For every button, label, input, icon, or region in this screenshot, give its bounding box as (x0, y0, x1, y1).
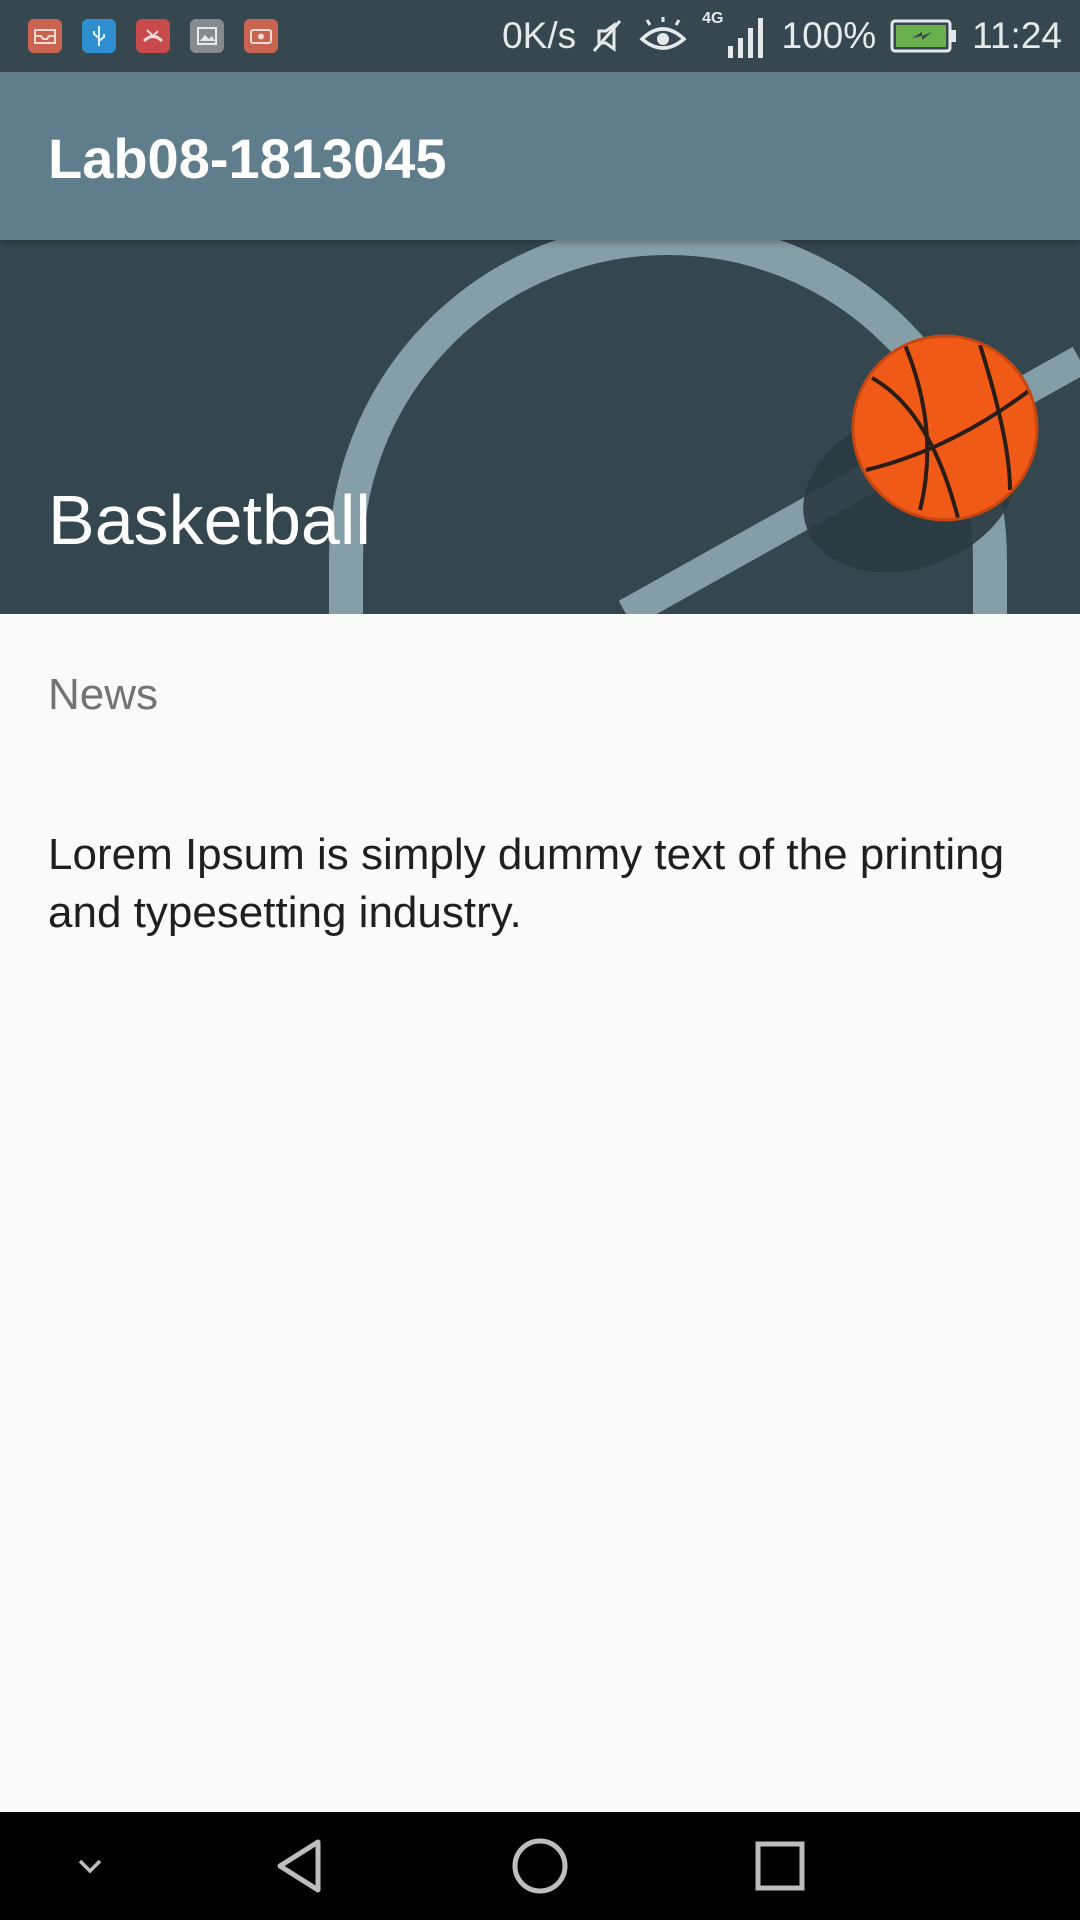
status-bar: 0K/s 4G 100% 11:24 (0, 0, 1080, 72)
mail-icon[interactable] (28, 19, 62, 53)
clock: 11:24 (972, 15, 1062, 56)
news-content: News Lorem Ipsum is simply dummy text of… (0, 614, 1080, 1812)
mute-icon (593, 20, 622, 52)
app-bar: Lab08-1813045 (0, 72, 1080, 240)
news-body-text: Lorem Ipsum is simply dummy text of the … (48, 830, 1005, 937)
eye-comfort-icon (639, 17, 687, 50)
network-speed: 0K/s (502, 15, 577, 56)
battery-charging-icon (890, 19, 957, 53)
basketball-icon (851, 334, 1039, 522)
back-icon[interactable] (250, 1812, 350, 1920)
basketball-court-image: Basketball (0, 240, 1080, 614)
signal-icon: 4G (702, 10, 767, 58)
home-icon[interactable] (490, 1812, 590, 1920)
screen-record-icon[interactable] (244, 19, 278, 53)
chevron-down-icon[interactable] (50, 1812, 130, 1920)
navigation-bar (0, 1812, 1080, 1920)
battery-percent: 100% (781, 15, 877, 56)
sport-title: Basketball (48, 481, 371, 559)
system-status: 0K/s 4G 100% 11:24 (502, 10, 1062, 58)
section-label: News (48, 670, 159, 719)
recents-icon[interactable] (730, 1812, 830, 1920)
network-type: 4G (702, 10, 724, 27)
missed-call-icon[interactable] (136, 19, 170, 53)
usb-icon[interactable] (82, 19, 116, 53)
image-icon[interactable] (190, 19, 224, 53)
notification-icons (28, 19, 278, 53)
app-title: Lab08-1813045 (48, 127, 447, 190)
